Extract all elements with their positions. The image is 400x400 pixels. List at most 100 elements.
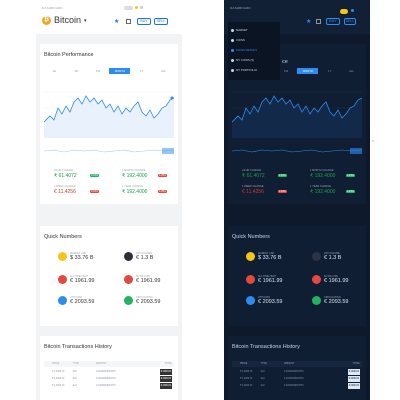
cell-type: Sell — [260, 378, 265, 380]
cell-price: ₹ 1,0000.70 — [240, 378, 253, 380]
light-theme-screen: DASHBOARD ₿ Bitcoin ▾ ★ BUY SELL Bitcoin… — [36, 0, 182, 400]
cell-type: Sell — [72, 371, 77, 373]
cell-total: € 2900.00 — [347, 383, 360, 389]
cell-total: € 2900.00 — [159, 376, 172, 382]
quick-number-value: € 2093.59 — [70, 299, 95, 305]
high-icon — [246, 275, 255, 284]
star-icon[interactable]: ★ — [306, 18, 311, 25]
bar-chart-icon — [246, 296, 255, 305]
tab-1h[interactable]: 1H — [44, 68, 65, 74]
menu-item-coins[interactable]: COINS — [231, 38, 245, 42]
quick-number-value: $ 33.76 B — [70, 255, 94, 261]
column-header[interactable]: TYPE — [261, 361, 284, 367]
range-navigator[interactable] — [44, 148, 174, 154]
column-header[interactable]: TYPE — [73, 361, 96, 367]
buy-button[interactable]: BUY — [137, 18, 151, 25]
column-header[interactable]: AMOUNT — [284, 361, 330, 367]
quick-number-value: € 1.3 B — [136, 255, 154, 261]
star-icon[interactable]: ★ — [114, 18, 119, 25]
coins-icon — [231, 38, 234, 42]
menu-item-market[interactable]: MARKET — [231, 28, 248, 32]
market-icon — [231, 28, 234, 32]
table-row[interactable]: ₹ 1,0000.70 Sell 0.1000000000 BTC € 2900… — [232, 369, 362, 375]
table-row[interactable]: ₹ 1,0000.70 Sell 0.1000000000 BTC € 2900… — [44, 383, 174, 389]
bitcoin-icon: ₿ — [42, 16, 51, 25]
table-row[interactable]: ₹ 1,0000.70 Sell 0.1000000000 BTC € 2900… — [232, 376, 362, 382]
theme-toggle[interactable] — [124, 6, 133, 10]
cell-amount: 0.1000000000 BTC — [95, 385, 116, 387]
tab-1y[interactable]: 1Y — [319, 68, 340, 74]
menu-item-label: MY PORTFOLIO — [236, 68, 258, 72]
quick-numbers-card: Quick Numbers MARKET CAP $ 33.76 B 24H V… — [228, 226, 366, 326]
breadcrumb[interactable]: DASHBOARD — [230, 6, 251, 10]
navigator-line — [44, 149, 174, 153]
quick-number-value: € 1961.99 — [324, 278, 349, 284]
column-header[interactable]: TOTAL — [329, 361, 362, 367]
stat-change-badge: 4.25% — [158, 174, 167, 177]
low-icon — [124, 275, 133, 284]
column-header[interactable]: PRICE — [44, 361, 73, 367]
navigator-handle[interactable] — [162, 148, 174, 154]
calendar-icon[interactable] — [126, 19, 131, 24]
cell-type: Sell — [260, 385, 265, 387]
quick-number-value: $ 33.76 B — [258, 255, 282, 261]
menu-item-coins-details[interactable]: COINS DETAILS — [231, 48, 257, 52]
menu-item-my-coins[interactable]: MY COINS (5) — [231, 58, 254, 62]
column-header[interactable]: TOTAL — [141, 361, 174, 367]
transactions-title: Bitcoin Transactions History — [44, 344, 112, 350]
stat-change-badge: 4.25% — [346, 174, 355, 177]
menu-item-my-portfolio[interactable]: MY PORTFOLIO — [231, 68, 257, 72]
tab-month[interactable]: MONTH — [297, 68, 319, 74]
stat-change-badge: 4.25% — [346, 190, 355, 193]
cell-amount: 0.1000000000 BTC — [283, 371, 304, 373]
table-row[interactable]: ₹ 1,0000.70 Sell 0.1000000000 BTC € 2900… — [44, 369, 174, 375]
transactions-title: Bitcoin Transactions History — [232, 344, 300, 350]
tab-1w[interactable]: 1W — [88, 68, 109, 74]
quick-number-value: € 2093.59 — [136, 299, 161, 305]
stat-change-badge: 2.53% — [278, 190, 287, 193]
table-header: PRICE TYPE AMOUNT TOTAL — [44, 361, 174, 367]
tab-all[interactable]: ALL — [341, 68, 362, 74]
header: DASHBOARD ₿ Bitcoin ▾ ★ BUY SELL — [36, 0, 182, 34]
table-row[interactable]: ₹ 1,0000.70 Sell 0.1000000000 BTC € 2900… — [232, 383, 362, 389]
buy-button[interactable]: BUY — [326, 18, 340, 25]
calendar-icon[interactable] — [316, 19, 321, 24]
low-icon — [312, 275, 321, 284]
cell-total: € 2900.00 — [159, 369, 172, 375]
quick-number-value: € 1961.99 — [258, 278, 283, 284]
stat-change-badge: 2.53% — [90, 190, 99, 193]
tab-1y[interactable]: 1Y — [131, 68, 152, 74]
breadcrumb[interactable]: DASHBOARD — [42, 6, 63, 10]
column-header[interactable]: AMOUNT — [96, 361, 142, 367]
tab-1d[interactable]: 1D — [66, 68, 87, 74]
range-navigator[interactable] — [232, 148, 362, 154]
sell-button[interactable]: SELL — [154, 18, 168, 25]
tab-month[interactable]: MONTH — [109, 68, 131, 74]
theme-toggle[interactable] — [340, 9, 348, 14]
coin-icon — [246, 252, 255, 261]
cell-amount: 0.1000000000 BTC — [95, 378, 116, 380]
performance-card: Bitcoin Performance 1H 1D 1W MONTH 1Y AL… — [40, 44, 178, 204]
tab-all[interactable]: ALL — [153, 68, 174, 74]
menu-item-label: COINS DETAILS — [236, 48, 258, 52]
quick-numbers-title: Quick Numbers — [44, 234, 82, 240]
navigator-handle[interactable] — [350, 148, 362, 154]
trend-icon — [124, 296, 133, 305]
stat-label: 1 MONTH CHANGE — [122, 169, 146, 172]
sun-icon — [135, 6, 138, 9]
cell-price: ₹ 1,0000.70 — [240, 385, 253, 387]
cell-type: Sell — [72, 378, 77, 380]
stat-value: ₹ 61.4072 — [242, 173, 265, 179]
volume-icon — [124, 252, 133, 261]
coin-name[interactable]: Bitcoin — [54, 15, 81, 25]
sell-button[interactable]: SELL — [344, 18, 356, 25]
table-header: PRICE TYPE AMOUNT TOTAL — [232, 361, 362, 367]
cell-total: € 2900.00 — [347, 376, 360, 382]
table-row[interactable]: ₹ 1,0000.70 Sell 0.1000000000 BTC € 2900… — [44, 376, 174, 382]
column-header[interactable]: PRICE — [232, 361, 261, 367]
menu-item-label: MARKET — [236, 28, 248, 32]
stat-change-badge: 2.51% — [90, 174, 99, 177]
price-chart[interactable] — [44, 78, 174, 148]
chevron-down-icon[interactable]: ▾ — [84, 18, 87, 24]
price-chart[interactable] — [232, 78, 362, 148]
